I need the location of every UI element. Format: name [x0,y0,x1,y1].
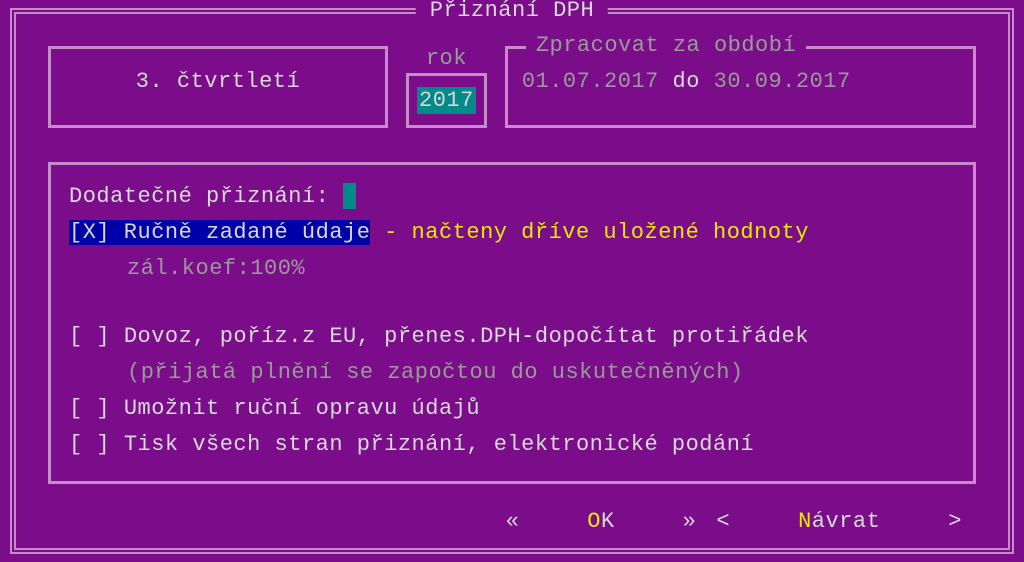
print-row[interactable]: [ ] Tisk všech stran přiznání, elektroni… [69,427,955,463]
window-title: Přiznání DPH [416,0,608,23]
date-from: 01.07.2017 [522,69,659,94]
year-value: 2017 [417,87,476,114]
additional-row[interactable]: Dodatečné přiznání: [69,179,955,215]
coef-label: zál.koef:100% [69,251,955,287]
print-label: Tisk všech stran přiznání, elektronické … [124,432,754,457]
year-input[interactable]: 2017 [406,73,487,128]
header-row: 3. čtvrtletí rok 2017 Zpracovat za obdob… [48,46,976,128]
manual-data-row[interactable]: [X] Ručně zadané údaje - načteny dříve u… [69,215,955,251]
period-selector[interactable]: 3. čtvrtletí [48,46,388,128]
spacer [69,287,955,319]
ok-hotkey: O [587,509,601,534]
allow-label: Umožnit ruční opravu údajů [124,396,480,421]
back-button[interactable]: Návrat [788,509,890,534]
ok-rest: K [601,509,615,534]
options-panel: Dodatečné přiznání: [X] Ručně zadané úda… [48,162,976,484]
back-hotkey: N [798,509,812,534]
import-hint: (přijatá plnění se započtou do uskutečně… [69,355,955,391]
back-rest: ávrat [812,509,881,534]
year-label: rok [426,46,467,71]
date-to: 30.09.2017 [714,69,851,94]
manual-checkbox[interactable]: [X] Ručně zadané údaje [69,220,370,245]
text-cursor-icon [343,183,356,209]
prev-button[interactable]: « [496,509,530,534]
allow-checkbox[interactable]: [ ] [69,396,110,421]
year-group: rok 2017 [406,46,487,128]
import-label: Dovoz, poříz.z EU, přenes.DPH-dopočítat … [124,324,809,349]
additional-label: Dodatečné přiznání: [69,184,329,209]
back-lt[interactable]: < [706,509,740,534]
period-label: 3. čtvrtletí [136,69,300,94]
import-row[interactable]: [ ] Dovoz, poříz.z EU, přenes.DPH-dopočí… [69,319,955,355]
next-button[interactable]: » [673,509,707,534]
date-range-title: Zpracovat za období [526,33,806,58]
manual-note: - načteny dříve uložené hodnoty [370,220,808,245]
footer-bar: « OK » < Návrat > [16,509,1008,534]
ok-button[interactable]: OK [577,509,624,534]
date-range-line: 01.07.2017 do 30.09.2017 [522,69,959,94]
window-frame: Přiznání DPH 3. čtvrtletí rok 2017 Zprac… [10,8,1014,554]
date-range-box: Zpracovat za období 01.07.2017 do 30.09.… [505,46,976,128]
import-checkbox[interactable]: [ ] [69,324,110,349]
allow-row[interactable]: [ ] Umožnit ruční opravu údajů [69,391,955,427]
print-checkbox[interactable]: [ ] [69,432,110,457]
back-gt[interactable]: > [938,509,972,534]
date-to-label: do [673,69,700,94]
